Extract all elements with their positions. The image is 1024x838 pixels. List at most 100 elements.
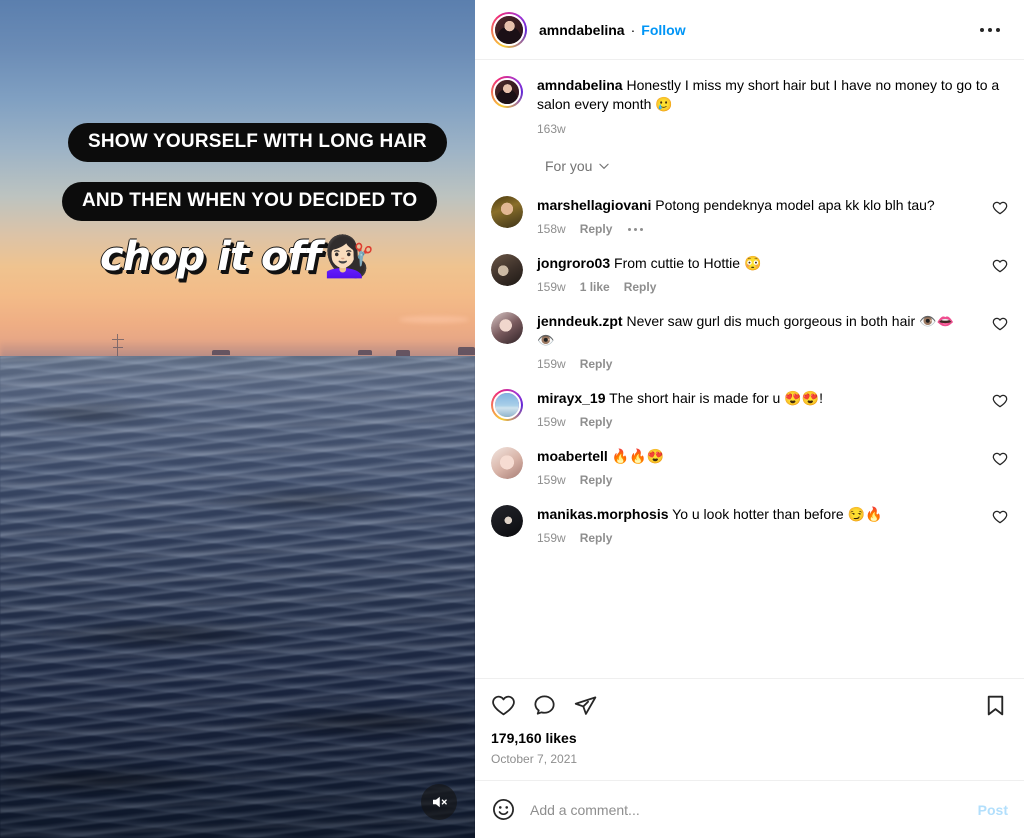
video-player[interactable]: SHOW YOURSELF WITH LONG HAIR AND THEN WH… bbox=[0, 0, 475, 838]
comment-username[interactable]: marshellagiovani bbox=[537, 197, 651, 213]
heart-icon bbox=[992, 317, 1008, 331]
caption-text-row: amndabelina Honestly I miss my short hai… bbox=[537, 76, 1008, 114]
comment-item: manikas.morphosis Yo u look hotter than … bbox=[475, 497, 1024, 555]
comment-username[interactable]: manikas.morphosis bbox=[537, 506, 669, 522]
comments-list: marshellagiovani Potong pendeknya model … bbox=[475, 188, 1024, 555]
ellipsis-icon-dot bbox=[988, 27, 992, 32]
ellipsis-icon-dot bbox=[980, 27, 984, 32]
comment-timestamp: 159w bbox=[537, 280, 566, 294]
comment-username[interactable]: jongroro03 bbox=[537, 255, 610, 271]
share-button[interactable] bbox=[573, 693, 598, 718]
like-button[interactable] bbox=[491, 693, 516, 718]
post-header: amndabelina · Follow bbox=[475, 0, 1024, 60]
video-caption-line-3-group: chop it off 💇🏻‍♀️ bbox=[100, 237, 374, 277]
comments-scroll-area[interactable]: amndabelina Honestly I miss my short hai… bbox=[475, 60, 1024, 678]
comment-avatar[interactable] bbox=[491, 505, 523, 537]
comment-options-button[interactable] bbox=[626, 226, 645, 233]
sky-background bbox=[0, 0, 475, 356]
comment-like-button[interactable] bbox=[984, 509, 1008, 530]
comment-body-text: Yo u look hotter than before 😏🔥 bbox=[668, 506, 883, 522]
comment-filter-dropdown[interactable]: For you bbox=[475, 140, 1024, 188]
heart-icon bbox=[992, 201, 1008, 215]
comment-body-text: The short hair is made for u 😍😍! bbox=[605, 390, 823, 406]
post-author-username[interactable]: amndabelina bbox=[539, 22, 625, 38]
caption-avatar[interactable] bbox=[491, 76, 523, 108]
speaker-muted-icon bbox=[433, 796, 447, 808]
heart-icon bbox=[992, 510, 1008, 524]
emoji-picker-button[interactable] bbox=[491, 797, 516, 822]
comment-body-text: From cuttie to Hottie 😳 bbox=[610, 255, 762, 271]
ellipsis-icon-dot bbox=[634, 227, 638, 231]
comment-username[interactable]: jenndeuk.zpt bbox=[537, 313, 623, 329]
follow-button[interactable]: Follow bbox=[641, 22, 685, 38]
ellipsis-icon-dot bbox=[628, 227, 632, 231]
video-caption-line-2: AND THEN WHEN YOU DECIDED TO bbox=[62, 182, 438, 221]
comment-avatar[interactable] bbox=[491, 312, 523, 344]
comment-reply-button[interactable]: Reply bbox=[580, 222, 613, 236]
save-button[interactable] bbox=[983, 693, 1008, 718]
comment-avatar[interactable] bbox=[491, 254, 523, 286]
comment-like-button[interactable] bbox=[984, 316, 1008, 337]
comment-reply-button[interactable]: Reply bbox=[580, 415, 613, 429]
video-caption-line-1: SHOW YOURSELF WITH LONG HAIR bbox=[68, 123, 447, 162]
comment-likes-count[interactable]: 1 like bbox=[580, 280, 610, 294]
action-icons-row bbox=[491, 689, 1008, 728]
paper-plane-icon bbox=[574, 696, 597, 715]
comment-text-row: moabertell 🔥🔥😍 bbox=[537, 447, 970, 466]
heart-icon bbox=[492, 695, 515, 716]
comment-like-button[interactable] bbox=[984, 258, 1008, 279]
comment-text-row: mirayx_19 The short hair is made for u 😍… bbox=[537, 389, 970, 408]
comment-avatar[interactable] bbox=[491, 389, 523, 421]
chevron-down-icon bbox=[599, 163, 610, 169]
comment-meta: 159w 1 like Reply bbox=[537, 280, 970, 294]
comment-timestamp: 158w bbox=[537, 222, 566, 236]
comment-item: jenndeuk.zpt Never saw gurl dis much gor… bbox=[475, 304, 1024, 381]
comment-username[interactable]: moabertell bbox=[537, 448, 608, 464]
comment-body-text: Potong pendeknya model apa kk klo blh ta… bbox=[651, 197, 935, 213]
caption-timestamp: 163w bbox=[537, 122, 566, 136]
heart-icon bbox=[992, 259, 1008, 273]
comment-timestamp: 159w bbox=[537, 531, 566, 545]
video-caption-line-3: chop it off bbox=[100, 234, 321, 280]
post-comment-button[interactable]: Post bbox=[978, 802, 1008, 818]
comment-text-row: marshellagiovani Potong pendeknya model … bbox=[537, 196, 970, 215]
comment-meta: 159w Reply bbox=[537, 357, 970, 371]
instagram-post-viewer: SHOW YOURSELF WITH LONG HAIR AND THEN WH… bbox=[0, 0, 1024, 838]
caption-username[interactable]: amndabelina bbox=[537, 77, 623, 93]
likes-count[interactable]: 179,160 likes bbox=[491, 730, 1008, 746]
ellipsis-icon-dot bbox=[996, 27, 1000, 32]
author-avatar[interactable] bbox=[491, 11, 527, 48]
comment-meta: 159w Reply bbox=[537, 473, 970, 487]
heart-icon bbox=[992, 394, 1008, 408]
ocean-background bbox=[0, 356, 475, 838]
comment-body-text: 🔥🔥😍 bbox=[607, 448, 664, 464]
comment-text-row: manikas.morphosis Yo u look hotter than … bbox=[537, 505, 970, 524]
comment-like-button[interactable] bbox=[984, 200, 1008, 221]
comment-meta: 159w Reply bbox=[537, 531, 970, 545]
comment-timestamp: 159w bbox=[537, 473, 566, 487]
post-date: October 7, 2021 bbox=[491, 752, 578, 766]
comment-filter-label: For you bbox=[545, 158, 593, 174]
comment-reply-button[interactable]: Reply bbox=[580, 473, 613, 487]
oil-rig-silhouette bbox=[112, 334, 124, 356]
comment-avatar[interactable] bbox=[491, 196, 523, 228]
smiley-face-icon bbox=[493, 799, 514, 820]
header-separator: · bbox=[630, 21, 636, 38]
post-details-panel: amndabelina · Follow amndabelina Honestl… bbox=[475, 0, 1024, 838]
comment-like-button[interactable] bbox=[984, 393, 1008, 414]
add-comment-input[interactable] bbox=[530, 801, 964, 818]
comment-button[interactable] bbox=[532, 693, 557, 718]
comment-like-button[interactable] bbox=[984, 451, 1008, 472]
comment-reply-button[interactable]: Reply bbox=[580, 531, 613, 545]
comment-avatar[interactable] bbox=[491, 447, 523, 479]
comment-reply-button[interactable]: Reply bbox=[580, 357, 613, 371]
post-options-button[interactable] bbox=[972, 20, 1008, 40]
bookmark-icon bbox=[987, 695, 1004, 716]
ship-silhouette bbox=[358, 350, 372, 355]
comment-username[interactable]: mirayx_19 bbox=[537, 390, 606, 406]
comment-item: moabertell 🔥🔥😍 159w Reply bbox=[475, 439, 1024, 497]
comment-reply-button[interactable]: Reply bbox=[624, 280, 657, 294]
ellipsis-icon-dot bbox=[640, 227, 644, 231]
comment-item: marshellagiovani Potong pendeknya model … bbox=[475, 188, 1024, 246]
mute-toggle-button[interactable] bbox=[421, 784, 457, 820]
